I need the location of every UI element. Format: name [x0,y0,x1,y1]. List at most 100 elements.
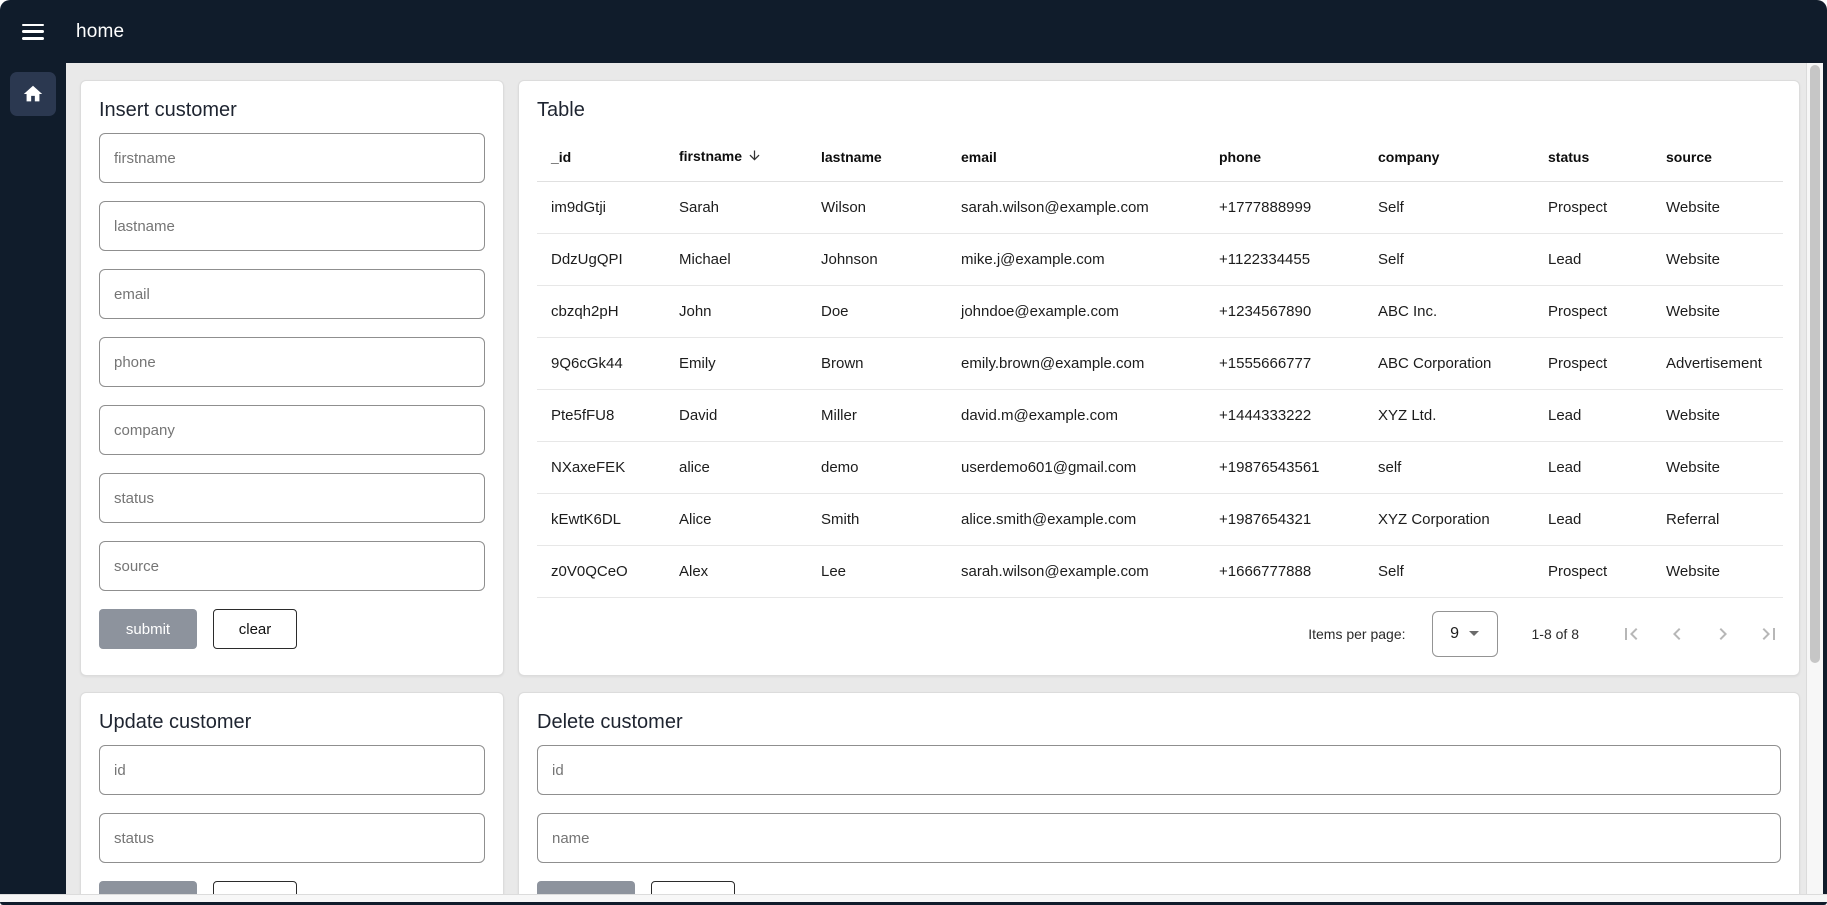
cell-phone: +1444333222 [1205,389,1364,441]
cell-lastname: Brown [807,337,947,389]
column-header-source[interactable]: source [1652,133,1783,181]
insert-firstname-input[interactable] [99,133,485,183]
update-customer-card: Update customer submit clear [80,692,504,894]
customers-table: _id firstname lastname email phone compa… [537,133,1783,598]
cell-status: Prospect [1534,337,1652,389]
update-clear-button[interactable]: clear [213,881,297,894]
column-header-phone[interactable]: phone [1205,133,1364,181]
cell-company: Self [1364,545,1534,597]
insert-customer-card: Insert customer submit clear [80,80,504,676]
cell-phone: +1234567890 [1205,285,1364,337]
cell-phone: +19876543561 [1205,441,1364,493]
first-page-button[interactable] [1619,622,1643,646]
table-row: NXaxeFEK alice demo userdemo601@gmail.co… [537,441,1783,493]
last-page-icon [1757,622,1781,646]
topbar: home [0,0,1827,63]
sidebar-home-button[interactable] [10,72,56,116]
chevron-right-icon [1711,622,1735,646]
cell-status: Lead [1534,493,1652,545]
update-card-title: Update customer [99,711,485,734]
menu-icon[interactable] [22,24,44,40]
insert-phone-input[interactable] [99,337,485,387]
cell-lastname: Lee [807,545,947,597]
cell-firstname: David [665,389,807,441]
cell-id: Pte5fFU8 [537,389,665,441]
previous-page-button[interactable] [1665,622,1689,646]
insert-email-input[interactable] [99,269,485,319]
page-range-label: 1-8 of 8 [1532,626,1579,642]
last-page-button[interactable] [1757,622,1781,646]
cell-company: ABC Corporation [1364,337,1534,389]
table-row: z0V0QCeO Alex Lee sarah.wilson@example.c… [537,545,1783,597]
sort-desc-arrow-icon [747,150,762,166]
chevron-left-icon [1665,622,1689,646]
table-row: im9dGtji Sarah Wilson sarah.wilson@examp… [537,181,1783,233]
cell-source: Referral [1652,493,1783,545]
delete-card-title: Delete customer [537,711,1781,734]
update-id-input[interactable] [99,745,485,795]
cell-id: cbzqh2pH [537,285,665,337]
cell-firstname: Sarah [665,181,807,233]
insert-submit-button[interactable]: submit [99,609,197,649]
update-status-input[interactable] [99,813,485,863]
paginator: Items per page: 9 1-8 of 8 [537,604,1781,664]
cell-firstname: Alex [665,545,807,597]
delete-id-input[interactable] [537,745,1781,795]
column-header-id[interactable]: _id [537,133,665,181]
home-icon [22,83,44,105]
delete-customer-card: Delete customer submit clear [518,692,1800,894]
insert-company-input[interactable] [99,405,485,455]
column-header-company[interactable]: company [1364,133,1534,181]
page-size-select[interactable]: 9 [1432,611,1498,657]
dropdown-caret-icon [1469,631,1479,636]
cell-source: Website [1652,545,1783,597]
app-window: home Insert customer [0,0,1827,905]
update-submit-button[interactable]: submit [99,881,197,894]
cell-status: Prospect [1534,285,1652,337]
column-header-status[interactable]: status [1534,133,1652,181]
cell-phone: +1666777888 [1205,545,1364,597]
cell-phone: +1122334455 [1205,233,1364,285]
cell-source: Website [1652,441,1783,493]
insert-card-title: Insert customer [99,99,485,122]
cell-status: Lead [1534,233,1652,285]
cell-source: Website [1652,285,1783,337]
cell-lastname: Doe [807,285,947,337]
cell-id: 9Q6cGk44 [537,337,665,389]
cell-lastname: Miller [807,389,947,441]
cell-firstname: Alice [665,493,807,545]
table-row: 9Q6cGk44 Emily Brown emily.brown@example… [537,337,1783,389]
next-page-button[interactable] [1711,622,1735,646]
first-page-icon [1619,622,1643,646]
insert-source-input[interactable] [99,541,485,591]
cell-firstname: John [665,285,807,337]
horizontal-scrollbar[interactable] [0,894,1827,902]
cell-source: Website [1652,181,1783,233]
table-row: cbzqh2pH John Doe johndoe@example.com +1… [537,285,1783,337]
column-header-firstname[interactable]: firstname [665,133,807,181]
delete-submit-button[interactable]: submit [537,881,635,894]
cell-lastname: Smith [807,493,947,545]
column-header-lastname[interactable]: lastname [807,133,947,181]
cell-company: XYZ Ltd. [1364,389,1534,441]
cell-status: Prospect [1534,545,1652,597]
cell-firstname: alice [665,441,807,493]
vertical-scrollbar[interactable] [1806,63,1823,894]
cell-firstname: Emily [665,337,807,389]
table-card-title: Table [537,99,1781,122]
delete-clear-button[interactable]: clear [651,881,735,894]
insert-status-input[interactable] [99,473,485,523]
cell-id: im9dGtji [537,181,665,233]
cell-company: self [1364,441,1534,493]
delete-name-input[interactable] [537,813,1781,863]
column-header-email[interactable]: email [947,133,1205,181]
vertical-scrollbar-thumb[interactable] [1810,65,1820,663]
cell-email: sarah.wilson@example.com [947,545,1205,597]
cell-company: Self [1364,233,1534,285]
insert-clear-button[interactable]: clear [213,609,297,649]
cell-id: z0V0QCeO [537,545,665,597]
cell-source: Website [1652,389,1783,441]
cell-lastname: Wilson [807,181,947,233]
cell-company: ABC Inc. [1364,285,1534,337]
insert-lastname-input[interactable] [99,201,485,251]
